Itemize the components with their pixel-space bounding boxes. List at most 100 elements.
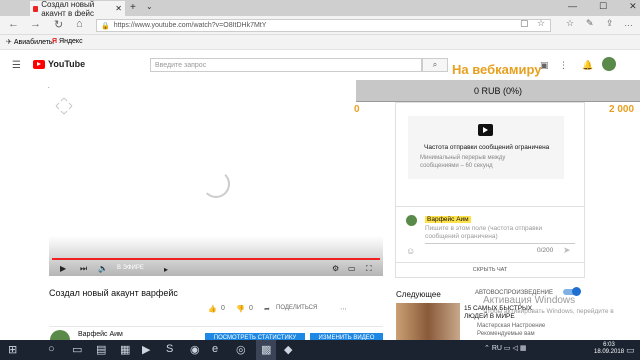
action-center-icon[interactable]: ▭: [626, 345, 635, 356]
start-icon[interactable]: ⊞: [8, 343, 17, 356]
emoji-icon[interactable]: ☺: [406, 246, 415, 256]
volume-tray-icon[interactable]: ◁: [512, 345, 517, 352]
notes-icon[interactable]: ✎: [586, 18, 594, 29]
skype-icon[interactable]: S: [166, 343, 173, 355]
chat-input-underline: [425, 243, 575, 244]
next-video-icon[interactable]: ⏭: [80, 264, 87, 274]
next-video-channel: Мастерская Настроение: [477, 323, 546, 329]
plane-icon: ✈: [6, 39, 12, 46]
notifications-icon[interactable]: 🔔: [582, 60, 593, 71]
chat-user-avatar: [406, 215, 417, 226]
clock-time: 6:03: [603, 342, 615, 348]
settings-gear-icon[interactable]: ⚙: [332, 264, 339, 273]
apps-icon[interactable]: ⋮: [559, 60, 568, 71]
loading-spinner-icon: [202, 170, 230, 198]
explorer-icon[interactable]: ▤: [96, 343, 106, 356]
volume-icon[interactable]: 🔈: [98, 264, 108, 273]
system-tray: ⌃ RU ▭ ◁ ▦: [484, 344, 526, 352]
up-next-label: Следующее: [396, 290, 441, 299]
next-video-reason: Рекомендуемые вам: [477, 331, 535, 337]
miniplayer-icon[interactable]: ▭: [348, 264, 356, 273]
chat-message-input[interactable]: Пишите в этом поле (частота отправки соо…: [425, 225, 575, 241]
obs-icon[interactable]: ▩: [261, 343, 271, 356]
dislike-count: 0: [249, 305, 253, 312]
fullscreen-icon[interactable]: ⛶: [366, 264, 372, 274]
share-arrow-icon[interactable]: ➦: [264, 305, 270, 313]
logo-text: YouTube: [48, 59, 86, 69]
favorite-item-avia[interactable]: ✈ Авиабилеты: [6, 38, 54, 47]
home-icon[interactable]: ⌂: [76, 18, 83, 30]
hide-chat-label: СКРЫТЬ ЧАТ: [472, 266, 508, 273]
favorite-label: Яндекс: [59, 38, 83, 45]
menu-icon[interactable]: ☰: [12, 60, 21, 71]
keyboard-icon[interactable]: ▦: [520, 345, 527, 352]
address-field[interactable]: 🔒 https://www.youtube.com/watch?v=O8ItDH…: [96, 19, 551, 32]
lang-indicator[interactable]: RU: [492, 345, 502, 352]
play-icon[interactable]: ▶: [60, 264, 66, 273]
more-icon[interactable]: …: [624, 18, 633, 28]
lock-icon: 🔒: [101, 22, 110, 30]
search-button[interactable]: ⌕: [422, 58, 448, 72]
close-tab-icon[interactable]: ✕: [115, 4, 122, 13]
app-red-icon[interactable]: ◆: [284, 343, 292, 356]
progress-bar[interactable]: [52, 258, 380, 260]
video-title: Создал новый акаунт варфейс: [49, 288, 178, 298]
donation-bar: 0 RUB (0%): [356, 80, 640, 102]
yandex-icon: Я: [52, 38, 58, 45]
forward-icon[interactable]: →: [30, 18, 41, 30]
system-clock[interactable]: 6:03 18.09.2018: [594, 342, 624, 356]
search-icon: ⌕: [432, 60, 438, 69]
maximize-icon[interactable]: ☐: [599, 1, 607, 12]
reading-view-icon[interactable]: ▢: [520, 18, 529, 29]
account-avatar[interactable]: [602, 57, 616, 71]
window-controls: — ☐ ✕: [568, 1, 637, 12]
webcam-overlay-text: На вебкамиру: [452, 62, 542, 77]
browser-tab[interactable]: Создал новый акаунт в фейс ✕: [30, 0, 125, 18]
player-dot: .: [48, 84, 50, 90]
share-icon[interactable]: ⇪: [606, 18, 614, 29]
task-view-icon[interactable]: ▭: [72, 343, 82, 356]
tray-up-icon[interactable]: ⌃: [484, 345, 490, 352]
back-icon[interactable]: ←: [8, 18, 19, 30]
move-arrows-icon[interactable]: [54, 96, 74, 116]
media-icon[interactable]: ▶: [142, 343, 150, 356]
new-tab-button[interactable]: +: [130, 2, 136, 13]
create-video-icon[interactable]: ▣: [540, 60, 549, 71]
app-icon[interactable]: ◉: [190, 343, 200, 356]
minimize-icon[interactable]: —: [568, 1, 577, 12]
favorites-hub-icon[interactable]: ☆: [566, 18, 574, 29]
youtube-favicon-icon: [33, 5, 39, 12]
refresh-icon[interactable]: ↻: [54, 18, 63, 31]
youtube-logo[interactable]: YouTube: [33, 59, 85, 69]
donation-max-label: 2 000: [609, 104, 635, 115]
hide-chat-button[interactable]: СКРЫТЬ ЧАТ: [395, 262, 585, 276]
like-icon[interactable]: 👍: [208, 305, 217, 313]
send-icon[interactable]: ➤: [563, 245, 571, 256]
edge-icon[interactable]: e: [212, 343, 218, 355]
url-text: https://www.youtube.com/watch?v=O8ItDHk7…: [113, 22, 267, 29]
chat-divider: [395, 206, 585, 207]
next-video-meta: Мастерская Настроение Рекомендуемые вам: [477, 322, 545, 338]
store-icon[interactable]: ▦: [120, 343, 130, 356]
search-input[interactable]: Введите запрос: [150, 58, 422, 72]
char-counter: 0/200: [537, 247, 554, 254]
tab-title: Создал новый акаунт в фейс: [41, 0, 95, 18]
favorite-star-icon[interactable]: ☆: [537, 18, 545, 29]
chat-username: Варфейс Аим: [425, 216, 471, 223]
more-actions-icon[interactable]: ⋯: [340, 305, 347, 313]
live-label: В ЭФИРЕ: [117, 265, 144, 271]
dislike-icon[interactable]: 👎: [236, 305, 245, 313]
donation-min-label: 0: [354, 104, 360, 115]
mouse-cursor-icon: ▸: [164, 265, 169, 274]
next-video-thumbnail[interactable]: [396, 303, 460, 343]
favorites-bar: [0, 35, 640, 50]
close-window-icon[interactable]: ✕: [629, 1, 637, 12]
network-icon[interactable]: ▭: [504, 345, 511, 352]
search-taskbar-icon[interactable]: ○: [48, 343, 55, 355]
steam-icon[interactable]: ◎: [236, 343, 246, 356]
chat-video-icon: [478, 124, 493, 136]
favorite-item-yandex[interactable]: Я Яндекс: [52, 38, 83, 45]
tab-menu-icon[interactable]: ⌄: [146, 2, 153, 11]
channel-name[interactable]: Варфейс Аим: [78, 331, 123, 338]
share-label[interactable]: ПОДЕЛИТЬСЯ: [276, 305, 317, 311]
